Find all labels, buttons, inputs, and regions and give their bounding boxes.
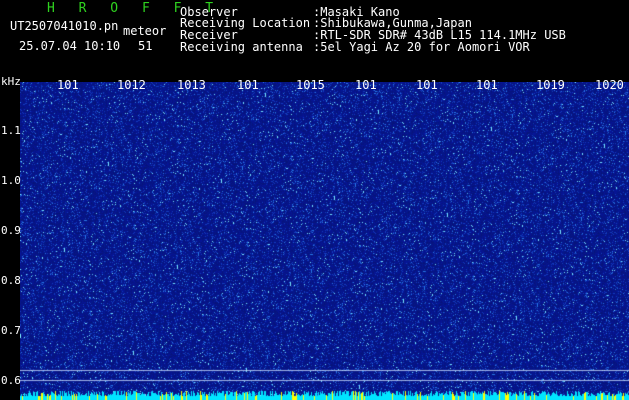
event-count: 51: [138, 39, 153, 53]
y-tick-label: 1.0: [1, 174, 21, 187]
y-tick-label: 0.9: [1, 224, 21, 237]
x-tick-label: 101: [476, 78, 498, 92]
x-tick-label: 1013: [177, 78, 206, 92]
y-tick-label: 0.6: [1, 374, 21, 387]
x-tick-label: 1015: [296, 78, 325, 92]
y-tick-label: 0.8: [1, 274, 21, 287]
y-tick-label: 1.1: [1, 124, 21, 137]
y-axis-unit: kHz: [1, 75, 21, 88]
image-filename: UT2507041010.pn: [10, 19, 119, 33]
x-tick-label: 1019: [536, 78, 565, 92]
x-tick-label: 101: [355, 78, 377, 92]
x-tick-label: 101: [237, 78, 259, 92]
y-tick-label: 0.7: [1, 324, 21, 337]
x-tick-label: 1012: [117, 78, 146, 92]
x-tick-label: 101: [57, 78, 79, 92]
spectrogram-plot: [20, 82, 629, 400]
antenna-label: Receiving antenna: [180, 40, 303, 54]
x-tick-label: 101: [416, 78, 438, 92]
antenna-value: :5el Yagi Az 20 for Aomori VOR: [313, 40, 530, 54]
x-tick-label: 1020: [595, 78, 624, 92]
event-tag: meteor: [123, 24, 167, 38]
header-panel: H R O F F T UT2507041010.pn meteor 25.07…: [0, 0, 629, 78]
capture-date: 25.07.04 10:10: [19, 39, 121, 53]
